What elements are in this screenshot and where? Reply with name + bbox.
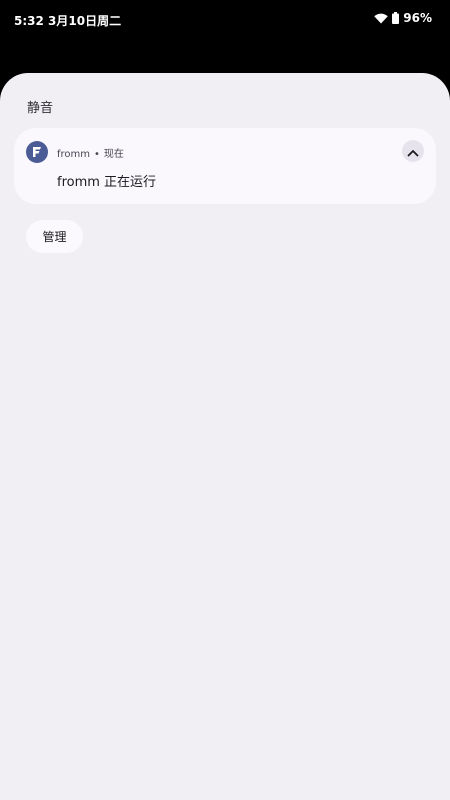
section-title-silent: 静音 xyxy=(27,101,54,116)
notification-header: fromm • 现在 xyxy=(57,145,124,160)
header-separator: • xyxy=(94,149,100,160)
status-time-date: 5:32 3月10日周二 xyxy=(14,12,121,29)
manage-button[interactable]: 管理 xyxy=(26,220,83,253)
notification-text: fromm 正在运行 xyxy=(57,175,157,190)
notification-card[interactable]: fromm • 现在 fromm 正在运行 xyxy=(14,128,436,204)
status-icons: 96% xyxy=(374,11,432,25)
manage-button-label: 管理 xyxy=(42,230,67,244)
wifi-icon xyxy=(374,13,389,24)
collapse-button[interactable] xyxy=(402,140,424,162)
status-time: 5:32 xyxy=(14,14,44,28)
fromm-app-icon xyxy=(26,141,48,163)
chevron-up-icon xyxy=(407,142,419,161)
notification-app-name: fromm xyxy=(57,149,91,160)
status-date: 3月10日周二 xyxy=(48,14,122,28)
notification-time: 现在 xyxy=(103,149,124,160)
status-bar: 5:32 3月10日周二 96% xyxy=(0,0,450,40)
battery-percent: 96% xyxy=(403,11,432,25)
battery-icon xyxy=(392,12,400,24)
